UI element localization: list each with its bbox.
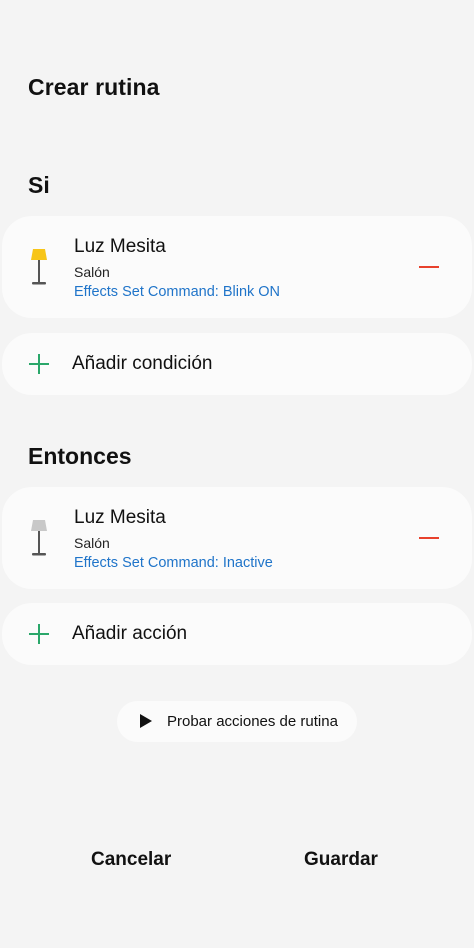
page-title: Crear rutina — [28, 74, 160, 100]
add-condition-label: Añadir condición — [72, 353, 213, 374]
if-section-title: Si — [28, 172, 50, 198]
test-routine-button[interactable]: Probar acciones de rutina — [117, 701, 357, 742]
save-button[interactable]: Guardar — [304, 849, 378, 871]
device-room: Salón — [74, 535, 110, 551]
add-action-button[interactable]: Añadir acción — [2, 603, 472, 665]
plus-icon — [29, 624, 49, 644]
device-name: Luz Mesita — [74, 507, 166, 528]
add-action-label: Añadir acción — [72, 623, 188, 644]
test-routine-label: Probar acciones de rutina — [167, 713, 338, 730]
add-condition-button[interactable]: Añadir condición — [2, 333, 472, 395]
floor-lamp-off-icon — [31, 520, 47, 556]
device-command[interactable]: Effects Set Command: Blink ON — [74, 284, 280, 300]
device-room: Salón — [74, 264, 110, 280]
if-device-card[interactable]: Luz Mesita Salón Effects Set Command: Bl… — [2, 216, 472, 318]
cancel-button[interactable]: Cancelar — [91, 849, 171, 871]
device-command[interactable]: Effects Set Command: Inactive — [74, 555, 273, 571]
play-icon — [140, 714, 152, 728]
minus-icon — [419, 266, 439, 268]
then-device-card[interactable]: Luz Mesita Salón Effects Set Command: In… — [2, 487, 472, 589]
remove-condition-button[interactable] — [416, 254, 442, 280]
then-section-title: Entonces — [28, 443, 132, 469]
remove-action-button[interactable] — [416, 525, 442, 551]
device-name: Luz Mesita — [74, 236, 166, 257]
plus-icon — [29, 354, 49, 374]
minus-icon — [419, 537, 439, 539]
floor-lamp-on-icon — [31, 249, 47, 285]
